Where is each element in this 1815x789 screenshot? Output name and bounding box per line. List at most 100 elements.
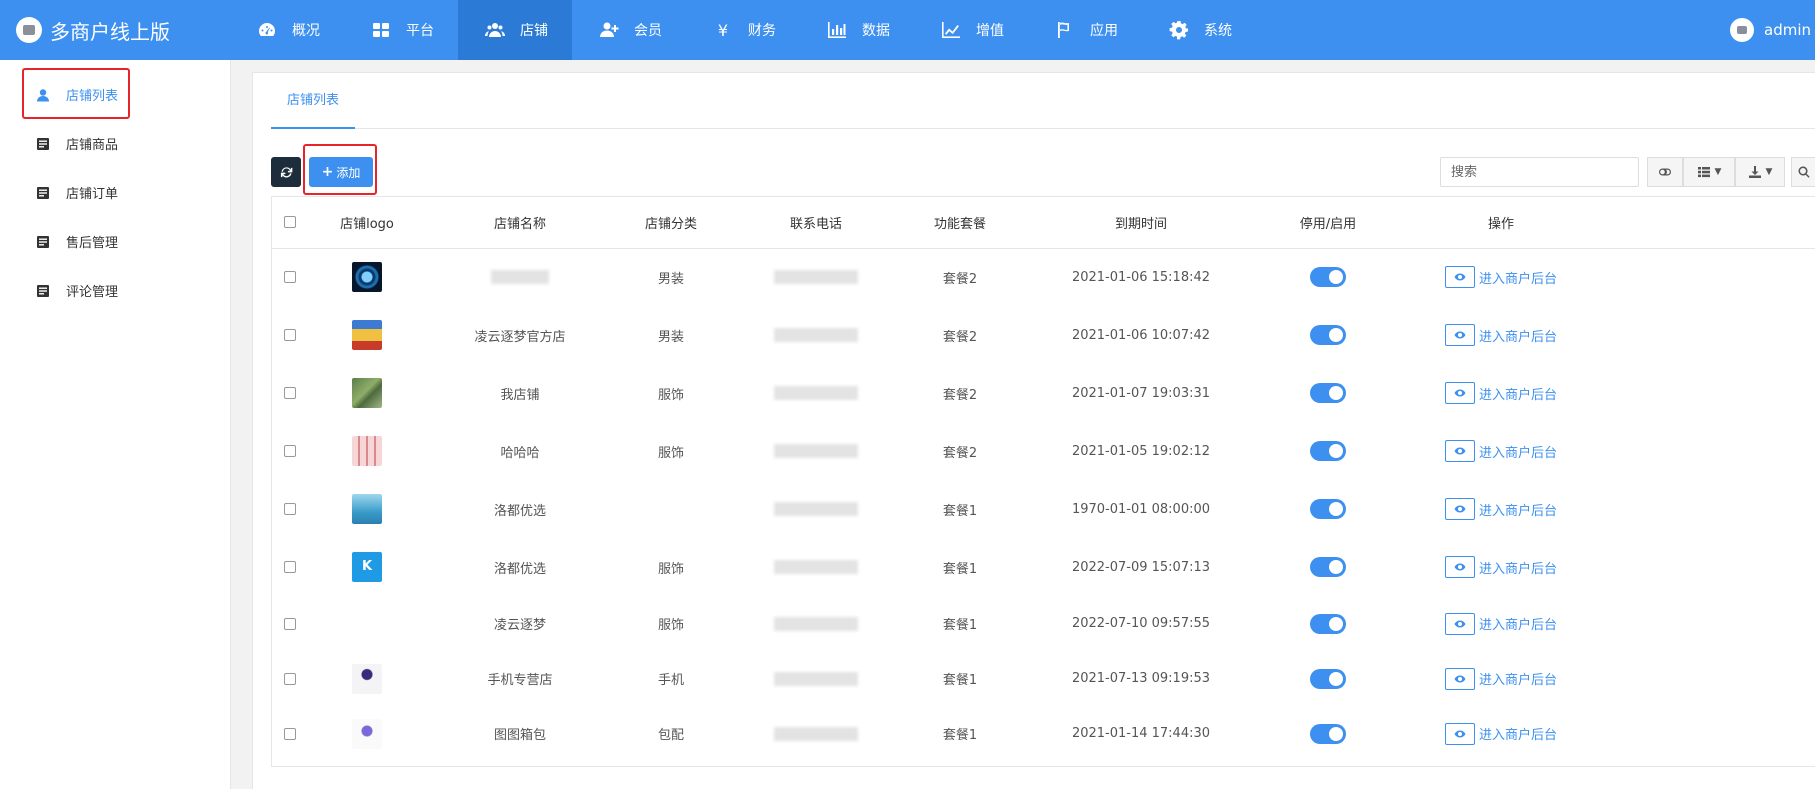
select-all-checkbox[interactable] <box>284 216 296 229</box>
row-checkbox[interactable] <box>284 445 296 457</box>
sidebar-item-label: 店铺商品 <box>66 138 119 153</box>
store-name-redacted <box>491 270 549 285</box>
tab-store-list[interactable]: 店铺列表 <box>271 73 356 129</box>
nav-item-overview[interactable]: 概况 <box>230 0 344 60</box>
store-category: 男装 <box>657 271 684 287</box>
row-checkbox[interactable] <box>284 672 296 685</box>
table-row: 凌云逐梦官方店 男装 套餐2 2021-01-06 10:07:42 进入商户后… <box>272 306 1815 364</box>
store-package: 套餐1 <box>942 561 978 577</box>
brand-logo-icon <box>16 17 42 43</box>
row-checkbox[interactable] <box>284 329 296 341</box>
phone-redacted <box>774 616 858 631</box>
bar-chart-icon <box>826 19 848 41</box>
row-checkbox[interactable] <box>284 561 296 573</box>
enter-merchant-backend-link[interactable]: 进入商户后台 <box>1444 612 1557 635</box>
plus-icon: + <box>321 164 334 180</box>
nav-item-finance[interactable]: ¥ 财务 <box>686 0 800 60</box>
refresh-button[interactable] <box>271 157 301 187</box>
search-button[interactable] <box>1791 157 1815 187</box>
column-header: 到期时间 <box>1016 197 1266 249</box>
sidebar-item-label: 评论管理 <box>66 285 119 300</box>
nav-item-store[interactable]: 店铺 <box>458 0 572 60</box>
status-toggle[interactable] <box>1310 499 1346 519</box>
status-toggle[interactable] <box>1310 325 1346 345</box>
status-toggle[interactable] <box>1310 267 1346 288</box>
nav-item-platform[interactable]: 平台 <box>344 0 458 60</box>
store-logo-image <box>352 378 382 408</box>
status-toggle[interactable] <box>1310 668 1346 689</box>
table-row: 我店铺 服饰 套餐2 2021-01-07 19:03:31 进入商户后台 <box>272 364 1815 422</box>
row-checkbox[interactable] <box>284 271 296 284</box>
enter-merchant-backend-link[interactable]: 进入商户后台 <box>1444 556 1557 578</box>
enter-merchant-backend-link[interactable]: 进入商户后台 <box>1444 722 1557 745</box>
row-checkbox[interactable] <box>284 727 296 740</box>
nav-item-system[interactable]: 系统 <box>1142 0 1256 60</box>
store-name: 图图箱包 <box>493 728 546 743</box>
user-menu[interactable]: admin <box>1730 0 1815 60</box>
search-input[interactable] <box>1440 157 1639 187</box>
column-header: 操作 <box>1390 197 1612 249</box>
list-icon <box>36 235 50 249</box>
enter-merchant-backend-link[interactable]: 进入商户后台 <box>1444 266 1557 289</box>
store-category: 服饰 <box>657 561 684 577</box>
caret-down-icon: ▼ <box>1765 167 1773 177</box>
search-icon <box>1798 166 1810 178</box>
export-button[interactable]: ▼ <box>1735 157 1785 187</box>
expire-time: 1970-01-01 08:00:00 <box>1071 501 1211 517</box>
nav-item-value-added[interactable]: 增值 <box>914 0 1028 60</box>
table-row: 手机专营店 手机 套餐1 2021-07-13 09:19:53 进入商户后台 <box>272 651 1815 706</box>
brand[interactable]: 多商户线上版 <box>0 0 230 60</box>
app-title: 多商户线上版 <box>50 19 170 44</box>
store-package: 套餐2 <box>942 445 978 461</box>
phone-redacted <box>774 502 858 516</box>
column-header: 停用/启用 <box>1266 197 1390 249</box>
status-toggle[interactable] <box>1310 613 1346 634</box>
sidebar-item-after-sales[interactable]: 售后管理 <box>0 217 230 266</box>
status-toggle[interactable] <box>1310 723 1346 744</box>
enter-merchant-backend-link[interactable]: 进入商户后台 <box>1444 667 1557 690</box>
store-category: 男装 <box>657 329 684 345</box>
eye-icon <box>1444 266 1475 289</box>
store-logo-image <box>352 494 382 524</box>
enter-merchant-backend-link[interactable]: 进入商户后台 <box>1444 498 1557 520</box>
store-package: 套餐1 <box>942 673 978 688</box>
sidebar-item-store-goods[interactable]: 店铺商品 <box>0 119 230 168</box>
store-name: 我店铺 <box>500 387 540 403</box>
store-logo-image <box>352 320 382 350</box>
store-category <box>614 480 728 538</box>
sidebar-item-store-list[interactable]: 店铺列表 <box>0 70 230 119</box>
row-checkbox[interactable] <box>284 617 296 630</box>
columns-button[interactable]: ▼ <box>1683 157 1735 187</box>
store-category: 服饰 <box>657 445 684 461</box>
sidebar-item-reviews[interactable]: 评论管理 <box>0 266 230 315</box>
enter-merchant-backend-link[interactable]: 进入商户后台 <box>1444 382 1557 404</box>
store-package: 套餐2 <box>942 329 978 345</box>
nav-item-apps[interactable]: 应用 <box>1028 0 1142 60</box>
line-chart-icon <box>940 19 962 41</box>
status-toggle[interactable] <box>1310 557 1346 577</box>
nav-label: 平台 <box>406 23 434 39</box>
nav-item-data[interactable]: 数据 <box>800 0 914 60</box>
nav-label: 增值 <box>976 23 1004 39</box>
nav-item-member[interactable]: 会员 <box>572 0 686 60</box>
store-package: 套餐1 <box>942 618 978 633</box>
toggle-view-button[interactable] <box>1647 157 1683 187</box>
store-package: 套餐2 <box>942 271 978 287</box>
enter-merchant-backend-link[interactable]: 进入商户后台 <box>1444 324 1557 346</box>
sidebar-item-store-orders[interactable]: 店铺订单 <box>0 168 230 217</box>
table-row: 凌云逐梦 服饰 套餐1 2022-07-10 09:57:55 进入商户后台 <box>272 596 1815 651</box>
eye-icon <box>1444 498 1475 520</box>
header-select-all[interactable] <box>272 197 308 249</box>
table-row: 哈哈哈 服饰 套餐2 2021-01-05 19:02:12 进入商户后台 <box>272 422 1815 480</box>
status-toggle[interactable] <box>1310 383 1346 403</box>
expire-time: 2022-07-10 09:57:55 <box>1071 616 1211 631</box>
row-checkbox[interactable] <box>284 503 296 515</box>
eye-icon <box>1444 612 1475 635</box>
add-button-label: 添加 <box>336 165 361 180</box>
enter-merchant-backend-link[interactable]: 进入商户后台 <box>1444 440 1557 462</box>
add-store-button[interactable]: + 添加 <box>309 157 373 187</box>
main-nav: 概况 平台 店铺 会员 ¥ 财务 数据 增值 应用 系统 <box>230 0 1256 60</box>
eye-icon <box>1444 667 1475 690</box>
row-checkbox[interactable] <box>284 387 296 399</box>
status-toggle[interactable] <box>1310 441 1346 461</box>
